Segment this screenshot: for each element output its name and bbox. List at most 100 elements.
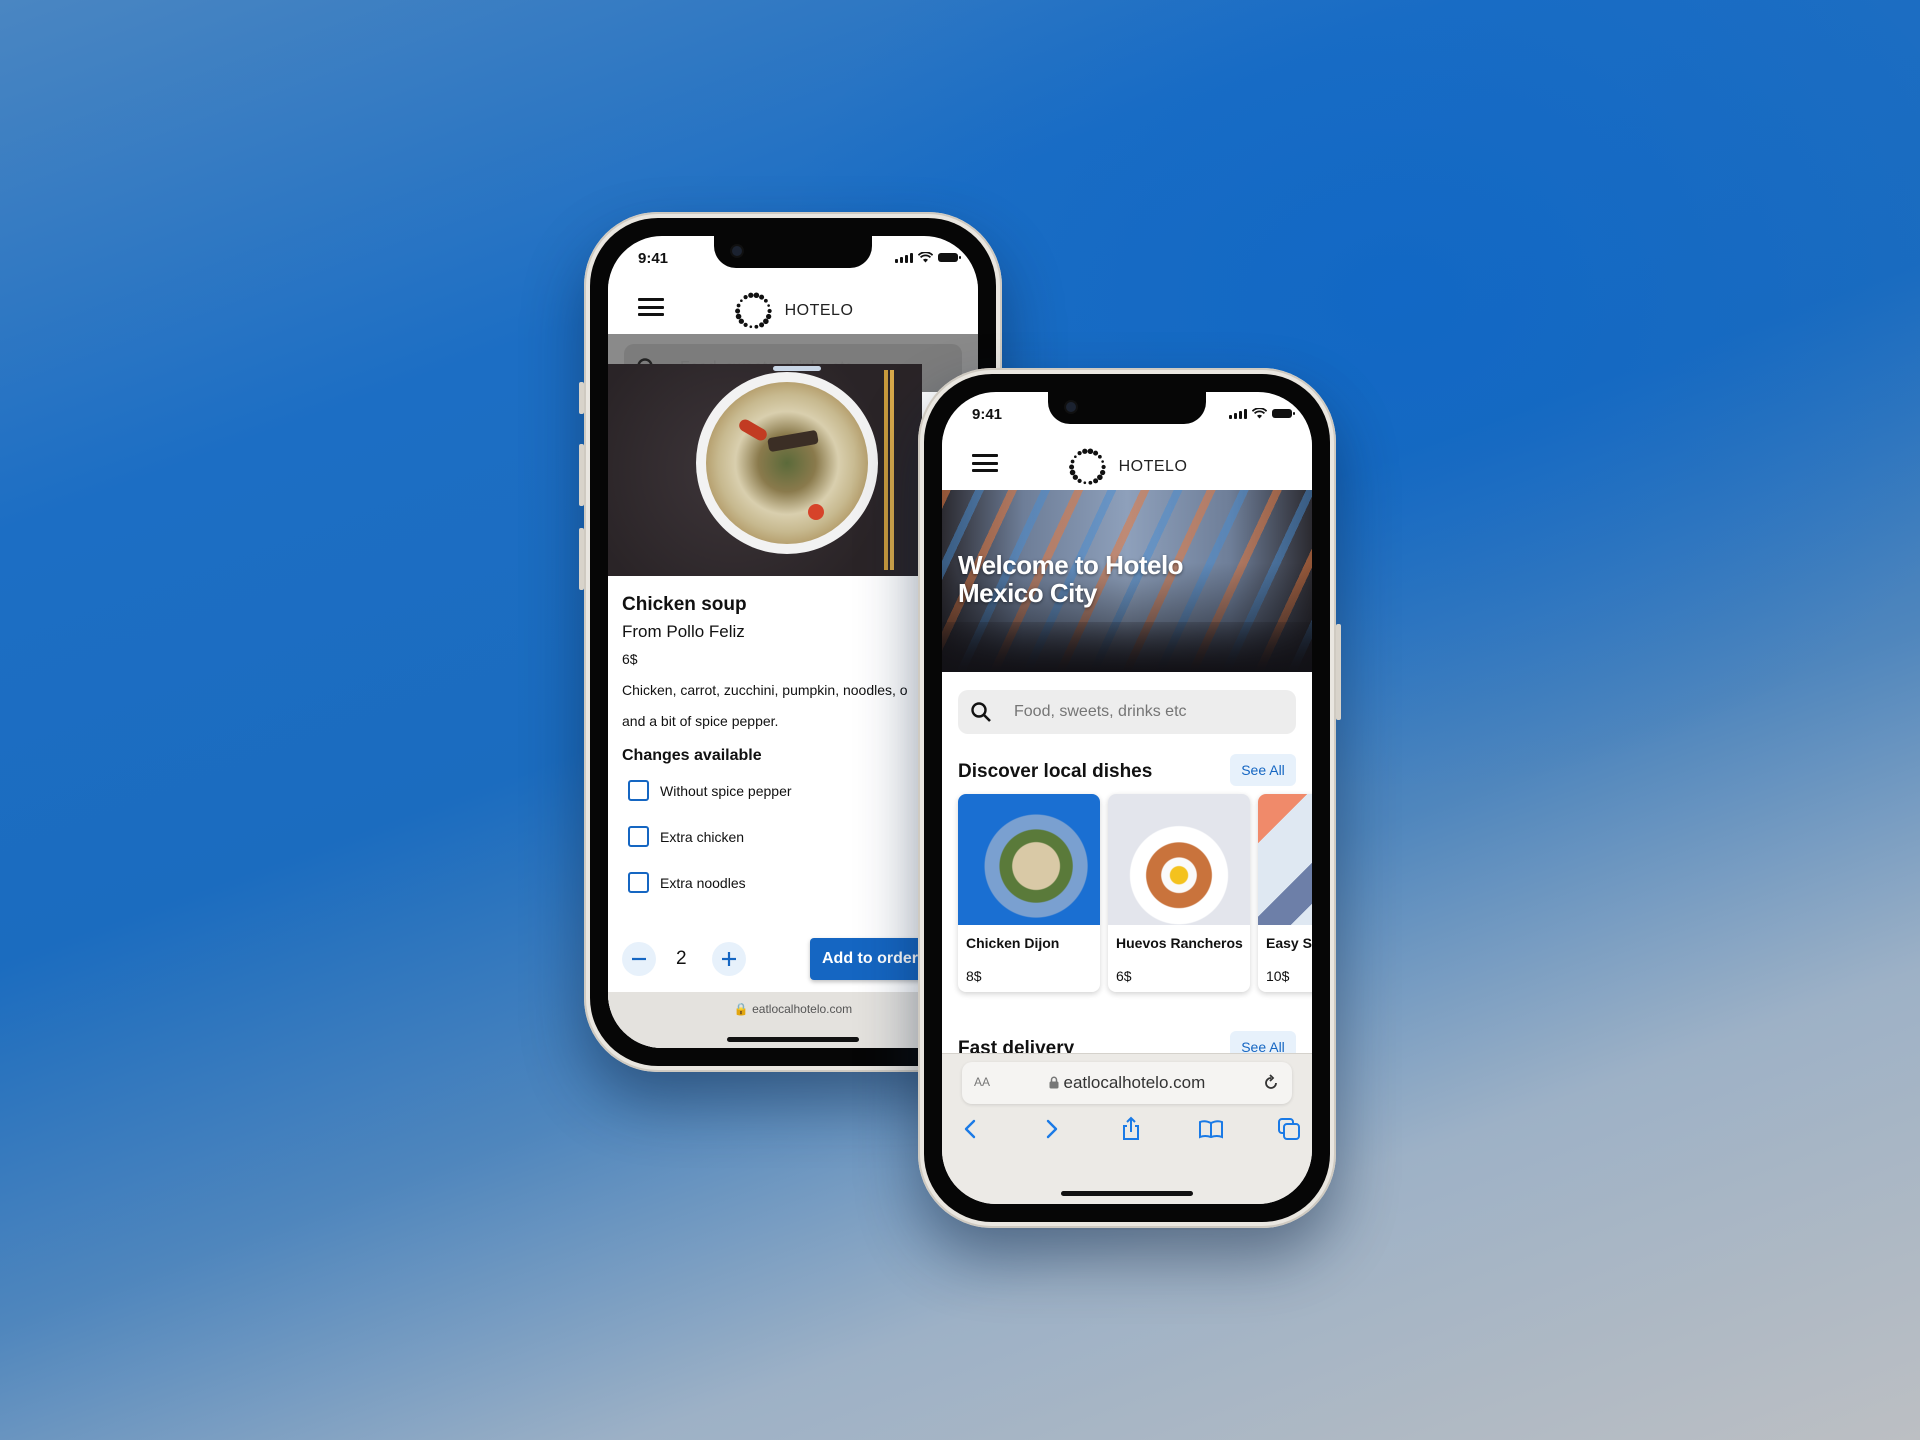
url-text: eatlocalhotelo.com <box>1063 1073 1206 1092</box>
dish-card[interactable]: Chicken Dijon 8$ <box>958 794 1100 992</box>
dish-card-name: Huevos Rancheros <box>1116 935 1243 951</box>
back-icon[interactable] <box>958 1116 984 1142</box>
lock-icon <box>1049 1076 1059 1089</box>
search-input[interactable] <box>1012 702 1246 722</box>
logo-dot <box>1088 480 1093 485</box>
logo-dot <box>1074 455 1077 459</box>
logo-dot <box>1101 460 1104 463</box>
volume-down-button <box>579 528 584 590</box>
plus-icon <box>722 952 736 966</box>
menu-icon[interactable] <box>972 454 998 472</box>
logo-dot <box>1072 474 1078 480</box>
dish-restaurant: From Pollo Feliz <box>622 622 745 641</box>
dish-carousel: Chicken Dijon 8$ Huevos Rancheros 6$ Eas… <box>958 794 1312 998</box>
dish-title: Chicken soup <box>622 594 747 615</box>
power-button <box>1336 624 1341 720</box>
dish-card-price: 8$ <box>966 968 982 984</box>
dish-card[interactable]: Huevos Rancheros 6$ <box>1108 794 1250 992</box>
status-time: 9:41 <box>972 406 1003 423</box>
logo-dot <box>743 295 748 300</box>
option-extra-noodles[interactable]: Extra noodles <box>628 872 746 893</box>
logo-dot <box>1087 448 1094 455</box>
logo-dot <box>748 292 754 298</box>
logo-dot <box>767 308 772 314</box>
logo-dot <box>759 294 765 300</box>
hero-title-line2: Mexico City <box>958 578 1098 608</box>
logo-dot <box>1069 469 1076 476</box>
notch <box>1048 392 1206 424</box>
logo-dot <box>736 303 741 308</box>
add-to-order-button[interactable]: Add to order <box>810 938 930 980</box>
logo-dot <box>1093 450 1099 456</box>
status-time: 9:41 <box>638 250 669 267</box>
checkbox[interactable] <box>628 780 649 801</box>
logo-dot <box>763 318 769 325</box>
bookmarks-icon[interactable] <box>1198 1116 1224 1142</box>
hotelo-logo-icon <box>1069 448 1106 485</box>
search-bar[interactable] <box>958 690 1296 734</box>
wifi-icon <box>1252 408 1267 419</box>
increase-quantity-button[interactable] <box>712 942 746 976</box>
checkbox[interactable] <box>628 826 649 847</box>
logo-dot <box>763 298 768 303</box>
dish-detail-sheet: Chicken soup From Pollo Feliz 6$ Chicken… <box>608 364 930 1048</box>
tabs-icon[interactable] <box>1276 1116 1302 1142</box>
minus-icon <box>632 957 646 961</box>
see-all-discover-button[interactable]: See All <box>1230 754 1296 786</box>
forward-icon[interactable] <box>1038 1116 1064 1142</box>
lock-icon: 🔒 <box>733 1002 749 1016</box>
reload-icon[interactable] <box>1262 1074 1280 1092</box>
option-label: Without spice pepper <box>660 782 792 799</box>
home-indicator <box>1061 1191 1193 1196</box>
hotelo-logo-icon <box>735 292 772 329</box>
option-extra-chicken[interactable]: Extra chicken <box>628 826 744 847</box>
changes-title: Changes available <box>622 747 762 764</box>
logo-dot <box>759 322 765 328</box>
logo-dot <box>1083 481 1087 485</box>
app-header: HOTELO <box>608 280 978 334</box>
logo-dot <box>735 308 741 314</box>
camera <box>732 246 742 256</box>
logo-dot <box>1097 474 1103 481</box>
logo-dot <box>749 325 753 329</box>
app-header: HOTELO <box>942 436 1312 490</box>
option-label: Extra noodles <box>660 874 746 891</box>
logo-dot <box>1099 469 1106 476</box>
dish-card-name: Easy Shr <box>1266 935 1312 951</box>
dish-card-image <box>1258 794 1312 925</box>
notch <box>714 236 872 268</box>
logo-dot <box>738 318 744 324</box>
dish-card-image <box>1108 794 1250 925</box>
dish-image <box>608 364 922 576</box>
menu-icon[interactable] <box>638 298 664 316</box>
hero-banner: Welcome to Hotelo Mexico City <box>942 490 1312 672</box>
sheet-handle[interactable] <box>773 366 821 371</box>
safari-toolbar: AA eatlocalhotelo.com <box>942 1053 1312 1204</box>
cellular-signal-icon <box>1229 408 1247 419</box>
section-title-discover: Discover local dishes <box>958 761 1153 782</box>
search-icon <box>971 702 991 722</box>
checkbox[interactable] <box>628 872 649 893</box>
right-phone-frame: 9:41 HOTELO Welcome to Hotelo Mexico Cit… <box>918 368 1341 1228</box>
logo-text: HOTELO <box>1118 458 1188 475</box>
option-label: Extra chicken <box>660 828 745 845</box>
share-icon[interactable] <box>1118 1116 1144 1142</box>
logo-dot <box>1093 478 1099 484</box>
logo-dot <box>754 324 759 329</box>
battery-icon <box>938 253 961 262</box>
dish-card-name: Chicken Dijon <box>966 935 1060 951</box>
logo-dot <box>740 299 743 303</box>
battery-icon <box>1272 409 1295 418</box>
logo-dot <box>767 304 770 307</box>
action-button <box>579 382 584 414</box>
address-bar[interactable]: AA eatlocalhotelo.com <box>962 1062 1292 1104</box>
logo-dot <box>753 292 760 299</box>
decrease-quantity-button[interactable] <box>622 942 656 976</box>
dish-description-line1: Chicken, carrot, zucchini, pumpkin, nood… <box>622 682 908 698</box>
option-without-spice-pepper[interactable]: Without spice pepper <box>628 780 792 801</box>
logo-text: HOTELO <box>784 302 854 319</box>
dish-price: 6$ <box>622 651 638 667</box>
dish-card[interactable]: Easy Shr 10$ <box>1258 794 1312 992</box>
right-phone-screen: 9:41 HOTELO Welcome to Hotelo Mexico Cit… <box>942 392 1312 1204</box>
logo: HOTELO <box>733 290 854 332</box>
